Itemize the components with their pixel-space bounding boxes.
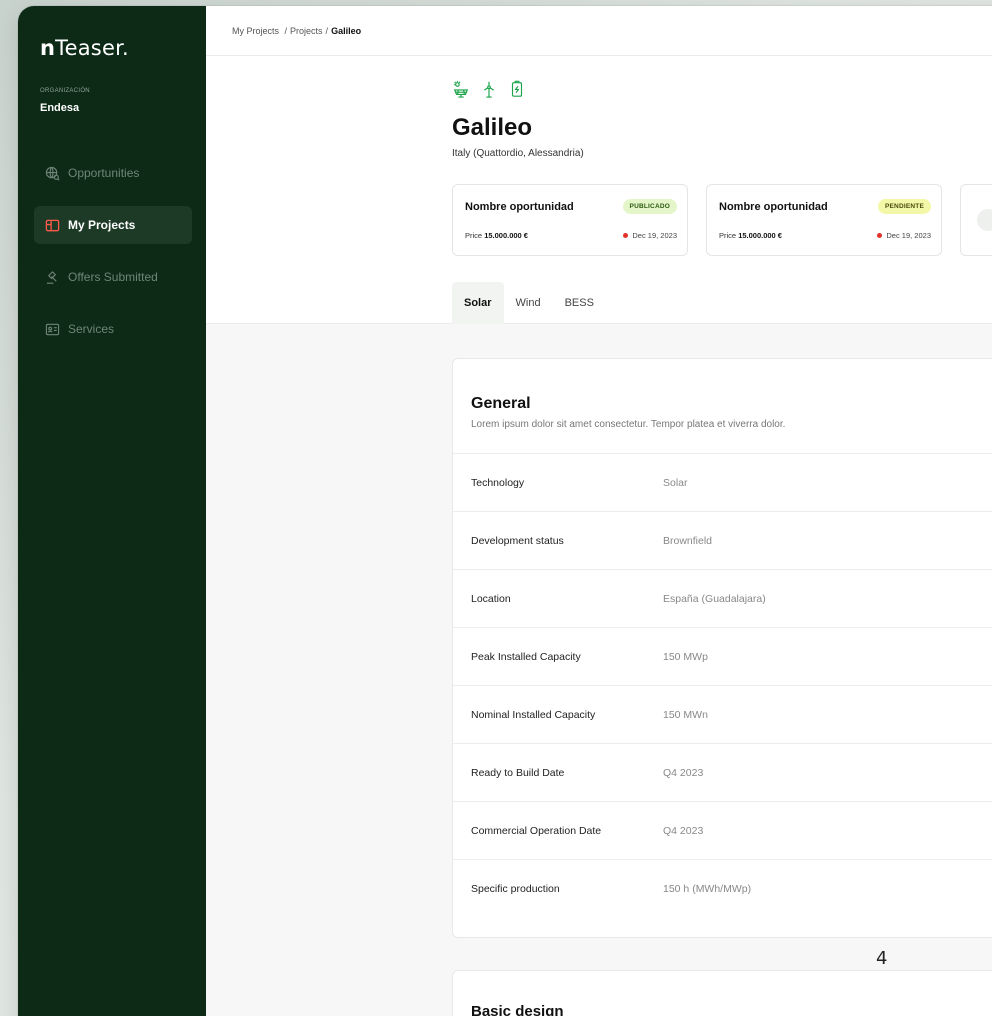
- property-row: Commercial Operation Date Q4 2023: [453, 801, 992, 859]
- sidebar-item-label: My Projects: [68, 218, 136, 232]
- project-title: Galileo: [452, 114, 533, 141]
- property-label: Nominal Installed Capacity: [471, 708, 596, 721]
- sidebar-item-label: Services: [68, 322, 115, 336]
- status-badge: PENDIENTE: [877, 199, 931, 214]
- sidebar-item-offers-submitted[interactable]: Offers Submitted: [34, 258, 192, 296]
- property-value: 150 h (MWh/MWp): [663, 882, 752, 895]
- property-label: Peak Installed Capacity: [471, 650, 581, 663]
- page-number: 4: [876, 948, 888, 969]
- property-row: Specific production 150 h (MWh/MWp): [453, 859, 992, 917]
- battery-icon: [508, 80, 526, 98]
- opportunity-card[interactable]: Nombre oportunidad PUBLICADO Price 15.00…: [452, 184, 688, 256]
- property-row: Ready to Build Date Q4 2023: [453, 743, 992, 801]
- tab-solar[interactable]: Solar: [452, 282, 504, 324]
- opportunity-cards: Nombre oportunidad PUBLICADO Price 15.00…: [452, 184, 992, 256]
- card-price: Price 15.000.000 €: [465, 231, 528, 240]
- opportunity-card[interactable]: Nombre oportunidad PENDIENTE Price 15.00…: [706, 184, 942, 256]
- auction-icon: [44, 269, 60, 285]
- property-value: Solar: [663, 476, 688, 489]
- project-location: Italy (Quattordio, Alessandria): [452, 148, 584, 159]
- sidebar: nTeaser. ORGANIZACIÓN Endesa Opportuniti…: [18, 6, 206, 1016]
- properties-list: Technology Solar Development status Brownf…: [453, 453, 992, 917]
- id-card-icon: [44, 321, 60, 337]
- property-row: Nominal Installed Capacity 150 MWn: [453, 685, 992, 743]
- technology-icons: [452, 80, 526, 98]
- organization-label: ORGANIZACIÓN: [40, 88, 90, 94]
- sidebar-item-services[interactable]: Services: [34, 310, 192, 348]
- breadcrumb-item[interactable]: Projects: [290, 26, 323, 36]
- section-title: General: [471, 395, 531, 412]
- property-value: Q4 2023: [663, 766, 704, 779]
- property-label: Ready to Build Date: [471, 766, 565, 779]
- date-dot-icon: [877, 233, 883, 238]
- property-label: Commercial Operation Date: [471, 824, 602, 837]
- basic-design-section: Basic design: [452, 970, 992, 1016]
- property-row: Peak Installed Capacity 150 MWp: [453, 627, 992, 685]
- property-row: Location España (Guadalajara): [453, 569, 992, 627]
- globe-icon: [44, 165, 60, 181]
- sidebar-item-label: Opportunities: [68, 166, 140, 180]
- sidebar-item-label: Offers Submitted: [68, 270, 158, 284]
- technology-tabs: Solar Wind BESS: [452, 282, 606, 324]
- project-header: Galileo Italy (Quattordio, Alessandria) …: [206, 56, 992, 324]
- sidebar-nav: Opportunities My Projects Offers Submitt…: [34, 154, 192, 362]
- property-value: España (Guadalajara): [663, 592, 766, 605]
- breadcrumb-current: Galileo: [331, 25, 362, 36]
- app-window: nTeaser. ORGANIZACIÓN Endesa Opportuniti…: [18, 6, 992, 1016]
- tab-wind[interactable]: Wind: [504, 282, 553, 324]
- organization-name: Endesa: [40, 102, 80, 114]
- breadcrumb-item[interactable]: My Projects: [232, 26, 279, 36]
- date-dot-icon: [623, 233, 629, 238]
- solar-panel-icon: [452, 80, 470, 98]
- property-label: Technology: [471, 476, 525, 489]
- card-date: Dec 19, 2023: [877, 231, 931, 240]
- section-title: Basic design: [471, 1003, 564, 1016]
- tab-bess[interactable]: BESS: [553, 282, 606, 324]
- property-row: Development status Brownfield: [453, 511, 992, 569]
- app-logo[interactable]: nTeaser.: [40, 36, 129, 60]
- property-label: Specific production: [471, 882, 560, 895]
- status-badge: PUBLICADO: [622, 199, 677, 214]
- folder-icon: [44, 217, 60, 233]
- breadcrumb: My Projects / Projects / Galileo: [206, 6, 992, 56]
- wind-turbine-icon: [480, 80, 498, 98]
- property-value: Q4 2023: [663, 824, 704, 837]
- sidebar-item-opportunities[interactable]: Opportunities: [34, 154, 192, 192]
- section-description: Lorem ipsum dolor sit amet consectetur. …: [471, 419, 786, 430]
- property-label: Development status: [471, 534, 564, 547]
- sidebar-item-my-projects[interactable]: My Projects: [34, 206, 192, 244]
- property-value: 150 MWn: [663, 708, 708, 721]
- main-content: My Projects / Projects / Galileo Galileo…: [206, 6, 992, 1016]
- avatar: [977, 209, 992, 231]
- property-value: Brownfield: [663, 534, 713, 547]
- opportunity-card-partial[interactable]: [960, 184, 992, 256]
- card-price: Price 15.000.000 €: [719, 231, 782, 240]
- property-label: Location: [471, 592, 511, 605]
- property-row: Technology Solar: [453, 453, 992, 511]
- card-date: Dec 19, 2023: [623, 231, 677, 240]
- general-section: General Lorem ipsum dolor sit amet conse…: [452, 358, 992, 938]
- property-value: 150 MWp: [663, 650, 708, 663]
